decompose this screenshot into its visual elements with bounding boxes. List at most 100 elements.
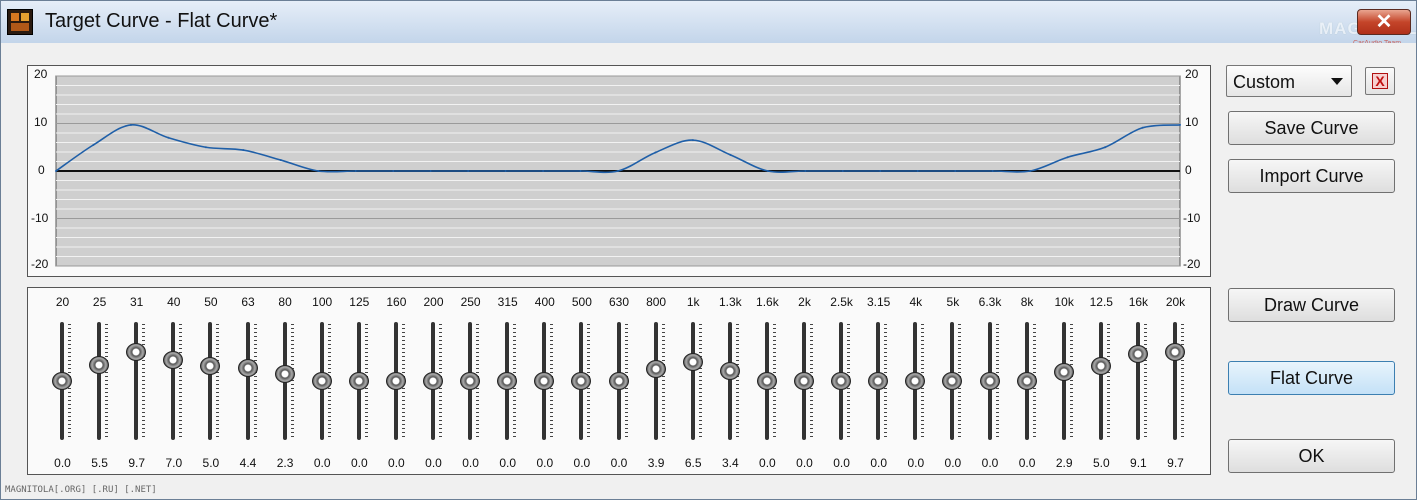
ok-button[interactable]: OK: [1228, 439, 1395, 473]
slider-track[interactable]: [653, 322, 658, 440]
slider-track[interactable]: [1135, 322, 1140, 440]
slider-knob[interactable]: [385, 372, 406, 390]
slider-knob[interactable]: [52, 372, 72, 390]
curve-point-30: [1179, 123, 1181, 126]
curve-point-16: [654, 151, 657, 154]
eq-band: 160 0.0: [378, 288, 415, 474]
eq-band: 2k 0.0: [786, 288, 823, 474]
curve-point-7: [317, 170, 320, 172]
slider-knob[interactable]: [89, 355, 110, 374]
slider-track[interactable]: [245, 322, 250, 440]
slider-track[interactable]: [690, 322, 695, 440]
eq-band: 8k 0.0: [1009, 288, 1046, 474]
slider-knob[interactable]: [423, 372, 443, 390]
slider-knob[interactable]: [274, 365, 295, 384]
curve-point-24: [954, 170, 957, 172]
slider-knob[interactable]: [311, 372, 332, 390]
curve-point-1: [92, 143, 95, 146]
slider-ticks: [1106, 324, 1110, 438]
preset-selected: Custom: [1233, 72, 1296, 92]
slider-ticks: [105, 324, 109, 438]
curve-point-18: [729, 153, 732, 156]
curve-point-23: [916, 170, 919, 172]
slider-knob[interactable]: [756, 372, 777, 390]
curve-point-14: [579, 170, 582, 172]
slider-knob[interactable]: [460, 372, 481, 390]
curve-point-22: [879, 170, 882, 172]
slider-track[interactable]: [727, 322, 732, 440]
eq-band: 6.3k 0.0: [972, 288, 1009, 474]
curve-point-8: [354, 170, 357, 172]
curve-point-21: [841, 170, 844, 172]
y-label-left-20: 20: [34, 67, 48, 81]
curve-point-4: [204, 146, 207, 149]
curve-point-11: [467, 170, 470, 172]
slider-knob[interactable]: [1016, 372, 1037, 390]
y-label-right-minus20: -20: [1183, 257, 1201, 271]
y-label-right-20: 20: [1185, 67, 1199, 81]
y-label-left-0: 0: [38, 163, 45, 177]
eq-band: 1.6k 0.0: [749, 288, 786, 474]
title-bar[interactable]: Target Curve - Flat Curve* MAGNITOLA Car…: [1, 1, 1417, 47]
slider-track[interactable]: [1173, 322, 1177, 440]
eq-band: 40 7.0: [155, 288, 192, 474]
curve-point-10: [429, 170, 432, 172]
curve-point-12: [504, 170, 507, 172]
band-gain-value: 9.7: [1167, 456, 1184, 470]
curve-point-17: [691, 139, 694, 142]
curve-point-25: [991, 170, 994, 172]
eq-band: 800 3.9: [638, 288, 675, 474]
curve-point-20: [804, 170, 807, 172]
slider-ticks: [253, 324, 257, 438]
slider-track[interactable]: [134, 322, 139, 440]
eq-band: 25 5.5: [81, 288, 118, 474]
save-curve-button[interactable]: Save Curve: [1228, 111, 1395, 145]
slider-knob[interactable]: [1090, 357, 1111, 376]
y-label-right-0: 0: [1185, 163, 1192, 177]
eq-band: 250 0.0: [452, 288, 489, 474]
slider-knob[interactable]: [719, 361, 740, 380]
slider-ticks: [1069, 324, 1073, 438]
slider-knob[interactable]: [237, 359, 258, 378]
slider-knob[interactable]: [348, 372, 369, 390]
eq-band: 16k 9.1: [1120, 288, 1157, 474]
eq-band: 80 2.3: [267, 288, 304, 474]
equalizer-sliders-panel: 20 0.0 25 5.5 31 9.7 40 7.0 50 5.0 63 4.4 80 2.3 100 0.…: [27, 287, 1211, 475]
slider-ticks: [179, 324, 183, 438]
slider-knob[interactable]: [1127, 345, 1148, 364]
curve-point-0: [55, 170, 57, 172]
slider-ticks: [142, 324, 146, 438]
curve-graph[interactable]: [28, 66, 1210, 276]
slider-track[interactable]: [171, 322, 176, 440]
curve-point-29: [1141, 126, 1144, 129]
preset-dropdown[interactable]: Custom: [1226, 65, 1352, 97]
slider-knob[interactable]: [608, 372, 629, 390]
draw-curve-button[interactable]: Draw Curve: [1228, 288, 1395, 322]
eq-band: 2.5k 0.0: [823, 288, 860, 474]
delete-preset-button[interactable]: X: [1365, 67, 1395, 95]
curve-point-15: [617, 170, 619, 172]
eq-band: 100 0.0: [304, 288, 341, 474]
close-icon: ✕: [1375, 11, 1393, 33]
curve-graph-panel[interactable]: 20 10 0 -10 -20 20 10 0 -10 -20: [27, 65, 1211, 277]
slider-track[interactable]: [1098, 322, 1103, 440]
slider-knob[interactable]: [682, 352, 703, 371]
y-label-left-minus20: -20: [31, 257, 49, 271]
eq-band: 1k 6.5: [675, 288, 712, 474]
slider-knob[interactable]: [979, 372, 1000, 390]
slider-track[interactable]: [208, 322, 213, 440]
y-label-left-minus10: -10: [31, 211, 49, 225]
slider-knob[interactable]: [831, 372, 852, 390]
flat-curve-button[interactable]: Flat Curve: [1228, 361, 1395, 395]
slider-ticks: [661, 324, 665, 438]
slider-ticks: [735, 324, 739, 438]
curve-point-26: [1029, 170, 1032, 172]
eq-band: 5k 0.0: [934, 288, 971, 474]
curve-point-13: [542, 170, 545, 172]
slider-track[interactable]: [97, 322, 102, 440]
y-label-right-10: 10: [1185, 115, 1199, 129]
slider-knob[interactable]: [794, 372, 814, 390]
close-button[interactable]: ✕: [1357, 9, 1411, 35]
window-title: Target Curve - Flat Curve*: [45, 10, 278, 32]
import-curve-button[interactable]: Import Curve: [1228, 159, 1395, 193]
